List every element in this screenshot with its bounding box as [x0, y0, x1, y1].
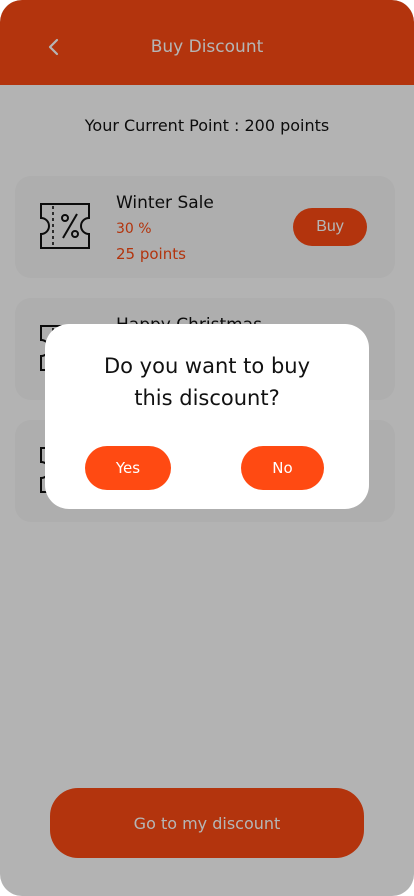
confirm-buy-dialog: Do you want to buy this discount? Yes No — [45, 324, 369, 509]
dialog-message-line-1: Do you want to buy — [103, 354, 311, 378]
yes-button[interactable]: Yes — [85, 446, 171, 490]
dialog-message-line-2: this discount? — [134, 386, 280, 410]
dialog-message: Do you want to buy this discount? — [65, 350, 349, 414]
no-button[interactable]: No — [241, 446, 324, 490]
buy-discount-screen: Buy Discount Your Current Point : 200 po… — [0, 0, 414, 896]
